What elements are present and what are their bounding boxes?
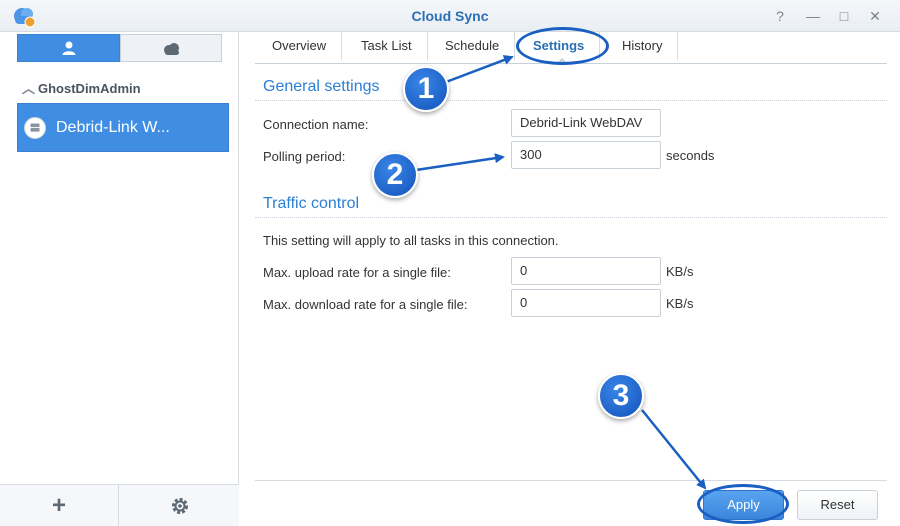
polling-unit: seconds bbox=[666, 148, 715, 163]
polling-period-label: Polling period: bbox=[263, 149, 346, 164]
close-icon[interactable]: ✕ bbox=[865, 6, 885, 26]
apply-highlight-ring bbox=[697, 484, 789, 524]
reset-button[interactable]: Reset bbox=[797, 490, 878, 520]
tab-history[interactable]: History bbox=[607, 32, 679, 60]
arrow-two bbox=[415, 153, 505, 172]
arrow-three bbox=[641, 409, 707, 490]
add-connection-button[interactable]: + bbox=[0, 485, 119, 526]
connection-name-label: Connection name: bbox=[263, 117, 369, 132]
webdav-server-icon bbox=[24, 117, 46, 139]
step-one-badge: 1 bbox=[403, 66, 449, 112]
footer-divider bbox=[255, 480, 887, 481]
upload-rate-field[interactable]: 0 bbox=[511, 257, 661, 285]
section-divider bbox=[255, 217, 887, 218]
user-view-toggle[interactable] bbox=[17, 34, 120, 62]
window-title: Cloud Sync bbox=[411, 8, 489, 24]
step-three-badge: 3 bbox=[598, 373, 644, 419]
upload-rate-label: Max. upload rate for a single file: bbox=[263, 265, 451, 280]
tab-overview[interactable]: Overview bbox=[257, 32, 343, 60]
cloud-icon bbox=[164, 43, 179, 55]
traffic-control-title: Traffic control bbox=[263, 195, 360, 212]
tab-task-list[interactable]: Task List bbox=[346, 32, 428, 60]
maximize-icon[interactable]: □ bbox=[834, 6, 854, 26]
user-icon bbox=[62, 41, 76, 55]
download-rate-label: Max. download rate for a single file: bbox=[263, 297, 468, 312]
traffic-note: This setting will apply to all tasks in … bbox=[263, 233, 559, 248]
sidebar-item-connection[interactable]: Debrid-Link W... bbox=[17, 103, 229, 152]
download-rate-field[interactable]: 0 bbox=[511, 289, 661, 317]
minimize-icon[interactable]: — bbox=[803, 6, 823, 26]
sidebar-footer: + bbox=[0, 484, 239, 526]
connection-label: Debrid-Link W... bbox=[56, 119, 170, 136]
gear-icon bbox=[171, 498, 188, 514]
sidebar: ︿ GhostDimAdmin Debrid-Link W... + bbox=[0, 32, 239, 526]
chevron-up-icon: ︿ bbox=[22, 81, 36, 96]
upload-unit: KB/s bbox=[666, 264, 694, 279]
download-unit: KB/s bbox=[666, 296, 694, 311]
cloud-view-toggle[interactable] bbox=[120, 34, 222, 62]
group-header[interactable]: ︿ GhostDimAdmin bbox=[22, 78, 141, 97]
section-divider bbox=[255, 100, 887, 101]
plus-icon: + bbox=[51, 492, 66, 519]
settings-highlight-ring bbox=[516, 27, 609, 65]
step-two-badge: 2 bbox=[372, 152, 418, 198]
tab-schedule[interactable]: Schedule bbox=[430, 32, 516, 60]
connection-name-field[interactable]: Debrid-Link WebDAV bbox=[511, 109, 661, 137]
title-bar: Cloud Sync ? — □ ✕ bbox=[0, 0, 900, 32]
general-settings-title: General settings bbox=[263, 78, 380, 95]
polling-period-field[interactable]: 300 bbox=[511, 141, 661, 169]
connection-settings-button[interactable] bbox=[120, 485, 239, 526]
help-icon[interactable]: ? bbox=[770, 6, 790, 26]
group-name: GhostDimAdmin bbox=[38, 81, 141, 96]
